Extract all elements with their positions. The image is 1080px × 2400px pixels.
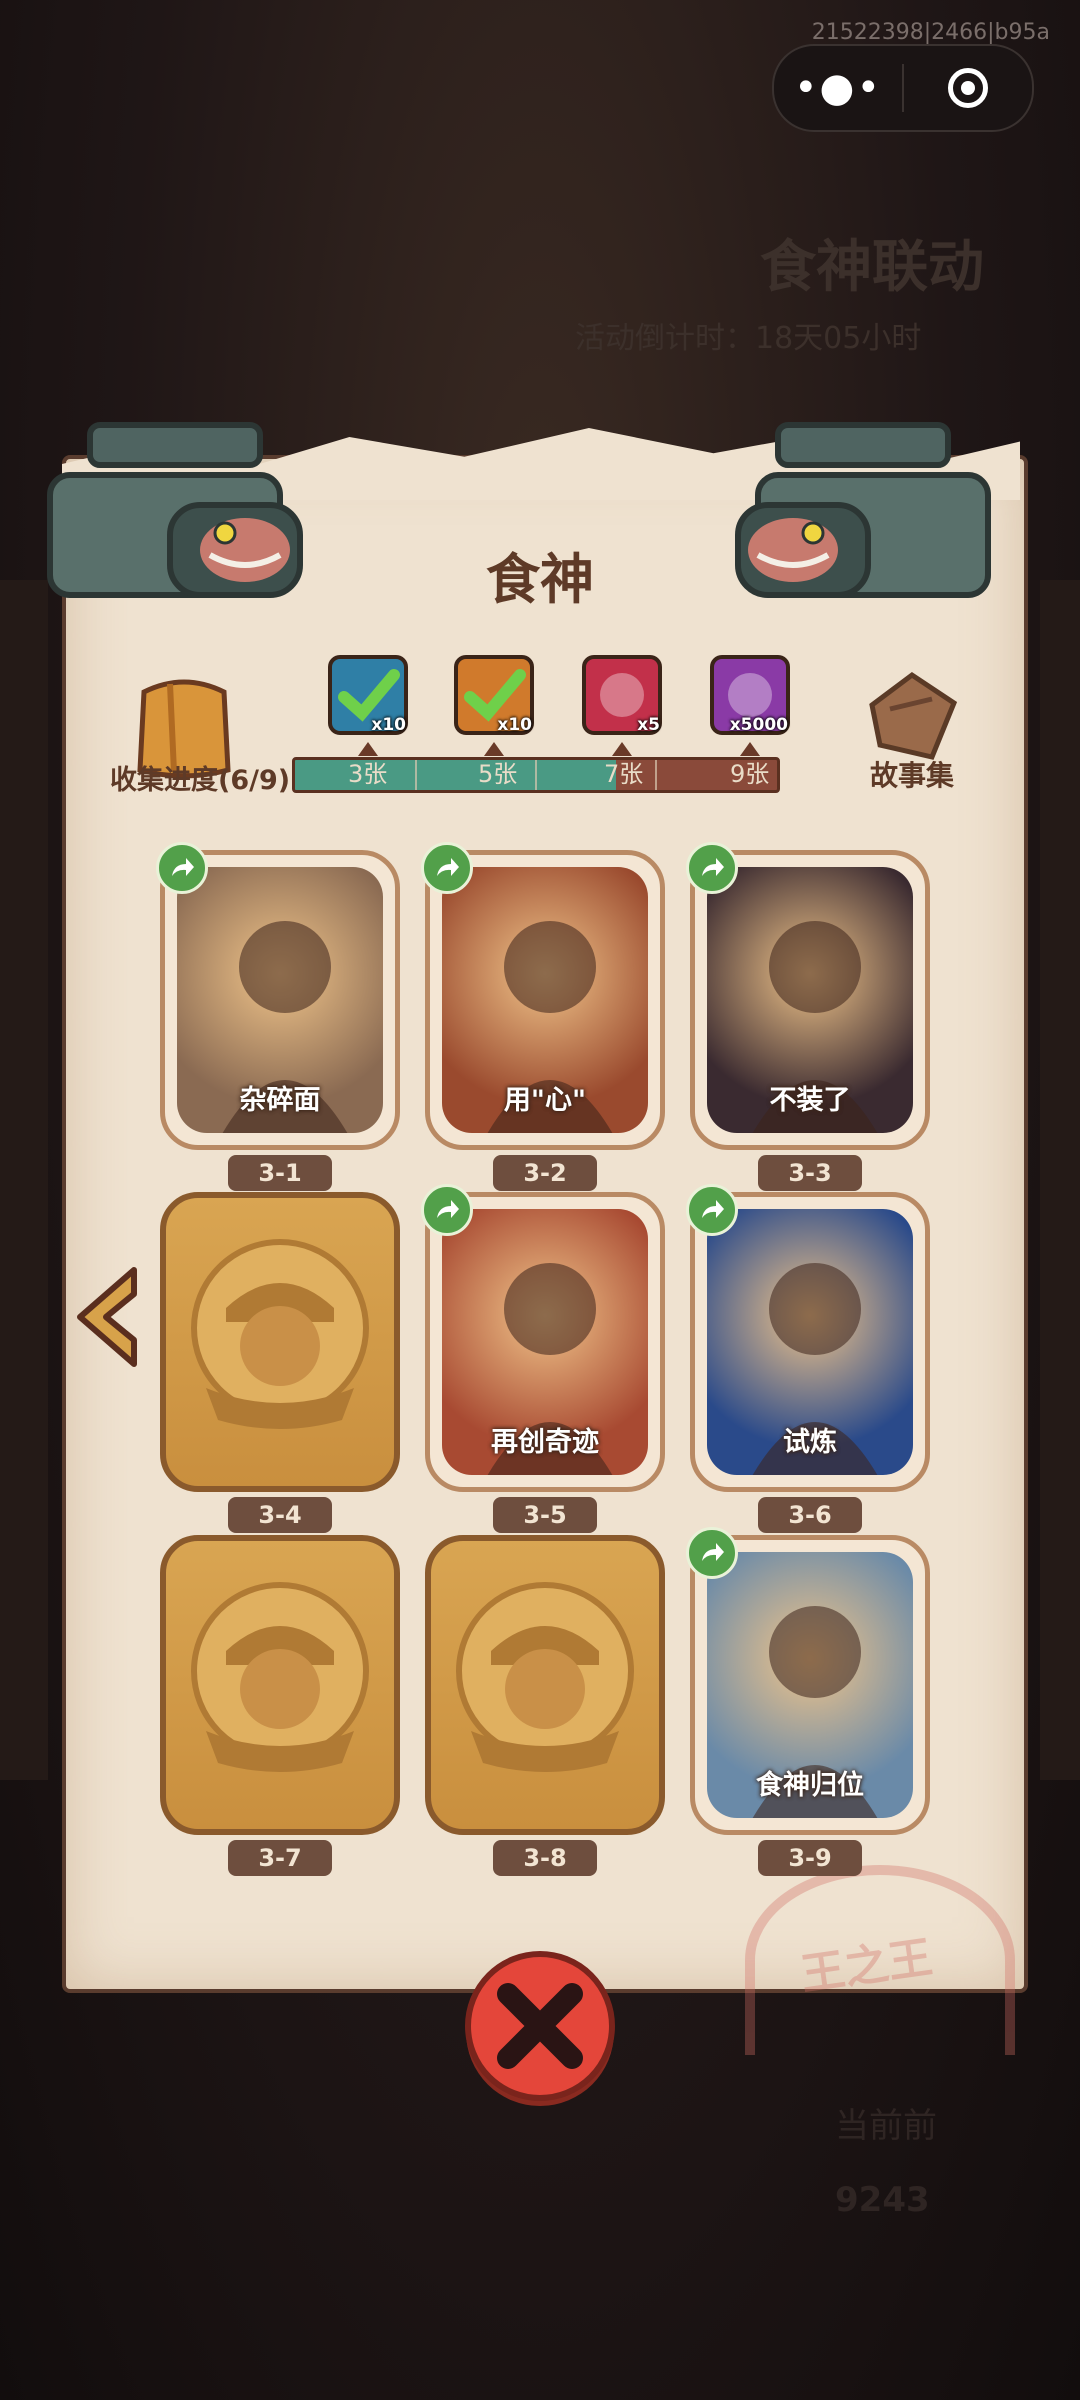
card-slot-3-5: 再创奇迹 3-5 xyxy=(421,1184,665,1533)
card-title: 不装了 xyxy=(769,1085,851,1116)
progress-tier-label: 9张 xyxy=(730,760,770,788)
card-slot-3-3: 不装了 3-3 xyxy=(686,842,930,1191)
reward-inner-glow xyxy=(728,673,772,717)
target-icon[interactable] xyxy=(904,68,1032,108)
locked-card[interactable] xyxy=(160,1192,400,1492)
card-number-label: 3-6 xyxy=(758,1497,862,1533)
card-title: 用"心" xyxy=(503,1085,587,1116)
progress-tick xyxy=(535,760,537,790)
card-title: 试炼 xyxy=(783,1427,837,1458)
magic-disc-icon[interactable]: x5 xyxy=(582,655,662,735)
share-icon[interactable] xyxy=(421,842,473,894)
card-number-label: 3-3 xyxy=(758,1155,862,1191)
card-title: 食神归位 xyxy=(756,1770,864,1801)
story-card[interactable]: 不装了 xyxy=(690,850,930,1150)
reward-marker xyxy=(612,742,632,756)
panel-title: 食神 xyxy=(486,547,594,611)
reward-marker xyxy=(740,742,760,756)
card-slot-3-2: 用"心" 3-2 xyxy=(421,842,665,1191)
progress-tier-label: 7张 xyxy=(604,760,644,788)
share-icon[interactable] xyxy=(156,842,208,894)
reward-inner-glow xyxy=(600,673,644,717)
story-card[interactable]: 用"心" xyxy=(425,850,665,1150)
mini-program-capsule: •●• xyxy=(772,44,1034,132)
card-slot-3-8: 3-8 xyxy=(425,1535,665,1876)
card-slot-3-7: 3-7 xyxy=(160,1535,400,1876)
collection-progress-label: 收集进度(6/9) xyxy=(110,765,291,796)
story-collection-label[interactable]: 故事集 xyxy=(870,754,954,794)
reward-quantity: x5000 xyxy=(729,715,788,735)
locked-placeholder-icon xyxy=(456,1582,634,1772)
locked-card[interactable] xyxy=(425,1535,665,1835)
card-number-label: 3-7 xyxy=(228,1840,332,1876)
card-number-label: 3-4 xyxy=(228,1497,332,1533)
background-label: 当前前 xyxy=(835,2106,937,2146)
progress-bar-fill xyxy=(295,760,617,790)
card-slot-3-6: 试炼 3-6 xyxy=(686,1184,930,1533)
card-artwork: 食神归位 xyxy=(707,1552,913,1818)
progress-tick xyxy=(415,760,417,790)
card-number-label: 3-2 xyxy=(493,1155,597,1191)
card-artwork: 用"心" xyxy=(442,867,648,1133)
story-card[interactable]: 再创奇迹 xyxy=(425,1192,665,1492)
card-slot-3-1: 杂碎面 3-1 xyxy=(156,842,400,1191)
card-number-label: 3-5 xyxy=(493,1497,597,1533)
close-icon[interactable] xyxy=(460,1946,620,2114)
more-dots-icon[interactable]: •●• xyxy=(774,48,902,128)
background-number: 9243 xyxy=(835,2180,930,2220)
reward-quantity: x5 xyxy=(637,715,660,735)
reward-quantity: x10 xyxy=(497,715,532,735)
progress-tier-label: 3张 xyxy=(348,760,388,788)
card-artwork: 杂碎面 xyxy=(177,867,383,1133)
card-pack-orange-icon[interactable]: x10 xyxy=(454,655,534,735)
share-icon[interactable] xyxy=(686,1184,738,1236)
progress-tick xyxy=(655,760,657,790)
event-countdown: 活动倒计时：18天05小时 xyxy=(575,321,922,356)
card-title: 再创奇迹 xyxy=(491,1427,599,1458)
share-icon[interactable] xyxy=(421,1184,473,1236)
card-artwork: 不装了 xyxy=(707,867,913,1133)
chevron-left-icon[interactable] xyxy=(72,1262,142,1372)
session-id: 21522398|2466|b95a xyxy=(811,20,1050,45)
crystal-icon[interactable]: x5000 xyxy=(710,655,790,735)
card-number-label: 3-9 xyxy=(758,1840,862,1876)
story-card[interactable]: 试炼 xyxy=(690,1192,930,1492)
story-book-icon[interactable] xyxy=(862,665,962,765)
locked-card[interactable] xyxy=(160,1535,400,1835)
locked-placeholder-icon xyxy=(191,1582,369,1772)
reward-quantity: x10 xyxy=(371,715,406,735)
reward-marker xyxy=(484,742,504,756)
reward-marker xyxy=(358,742,378,756)
card-artwork: 再创奇迹 xyxy=(442,1209,648,1475)
background-left-decor xyxy=(0,580,48,1780)
progress-tier-label: 5张 xyxy=(478,760,518,788)
share-icon[interactable] xyxy=(686,1527,738,1579)
card-slot-3-4: 3-4 xyxy=(160,1192,400,1533)
card-title: 杂碎面 xyxy=(239,1085,321,1116)
share-icon[interactable] xyxy=(686,842,738,894)
story-card[interactable]: 食神归位 xyxy=(690,1535,930,1835)
story-card[interactable]: 杂碎面 xyxy=(160,850,400,1150)
card-artwork: 试炼 xyxy=(707,1209,913,1475)
event-title: 食神联动 xyxy=(760,235,984,300)
card-slot-3-9: 食神归位 3-9 xyxy=(686,1527,930,1876)
card-number-label: 3-1 xyxy=(228,1155,332,1191)
locked-placeholder-icon xyxy=(191,1239,369,1429)
card-number-label: 3-8 xyxy=(493,1840,597,1876)
card-pack-green-icon[interactable]: x10 xyxy=(328,655,408,735)
background-right-decor xyxy=(1040,580,1080,1780)
